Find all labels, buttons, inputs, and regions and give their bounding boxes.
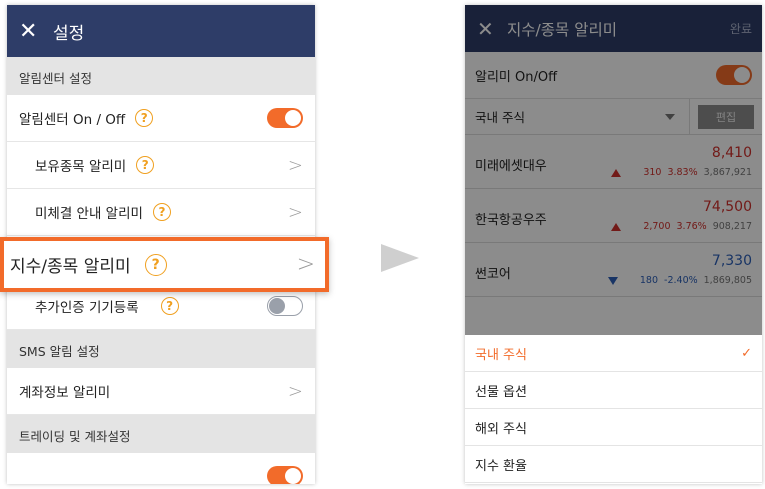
market-options-sheet: 국내 주식 ✓ 선물 옵션 해외 주식 지수 환율 [465,335,762,484]
help-icon[interactable]: ? [160,297,179,315]
alarm-center-toggle-row[interactable]: 알림센터 On / Off ? [7,95,315,142]
alarm-center-toggle[interactable] [267,108,303,128]
account-alarm-label: 계좌정보 알리미 [19,385,111,401]
partial-next-row[interactable] [7,453,315,484]
market-option[interactable]: 국내 주식 ✓ [465,335,762,372]
check-icon: ✓ [741,345,752,361]
holdings-alarm-label: 보유종목 알리미 [35,159,127,175]
section-alarm-center: 알림센터 설정 [7,57,315,95]
unfilled-alarm-row[interactable]: 미체결 안내 알리미 ? > [7,189,315,236]
help-icon[interactable]: ? [135,109,154,127]
account-alarm-row[interactable]: 계좌정보 알리미 > [7,368,315,415]
partial-toggle[interactable] [267,466,303,484]
help-icon[interactable]: ? [136,156,155,174]
chevron-right-icon: > [287,201,303,223]
settings-header: ✕ 설정 [7,5,315,57]
chevron-right-icon: > [296,252,315,277]
unfilled-alarm-label: 미체결 안내 알리미 [35,206,143,222]
index-alarm-label: 지수/종목 알리미 [10,257,131,277]
extra-auth-toggle[interactable] [267,296,303,316]
extra-auth-label: 추가인증 기기등록 [35,300,139,316]
close-icon[interactable]: ✕ [19,19,53,44]
arrow-right-icon [381,244,419,272]
index-alarm-row-highlight[interactable]: 지수/종목 알리미 ? > [0,237,329,292]
section-trading: 트레이딩 및 계좌설정 [7,415,315,453]
settings-title: 설정 [53,23,85,44]
chevron-right-icon: > [287,154,303,176]
market-option-label: 선물 옵션 [475,384,527,400]
alarm-center-label: 알림센터 On / Off [19,112,126,128]
section-sms: SMS 알림 설정 [7,330,315,368]
modal-overlay[interactable] [465,5,762,335]
market-option[interactable]: 해외 주식 [465,409,762,446]
market-option[interactable]: 지수 환율 [465,446,762,483]
market-option-label: 해외 주식 [475,421,527,437]
help-icon[interactable]: ? [152,203,171,221]
index-alarm-screen: ✕ 지수/종목 알리미 완료 알리미 On/Off 국내 주식 편집 미래에셋대… [465,5,762,484]
help-icon[interactable]: ? [144,253,167,276]
holdings-alarm-row[interactable]: 보유종목 알리미 ? > [7,142,315,189]
market-option-label: 지수 환율 [475,458,527,474]
chevron-right-icon: > [287,380,303,402]
market-option[interactable]: 선물 옵션 [465,372,762,409]
market-option-label: 국내 주식 [475,347,527,363]
